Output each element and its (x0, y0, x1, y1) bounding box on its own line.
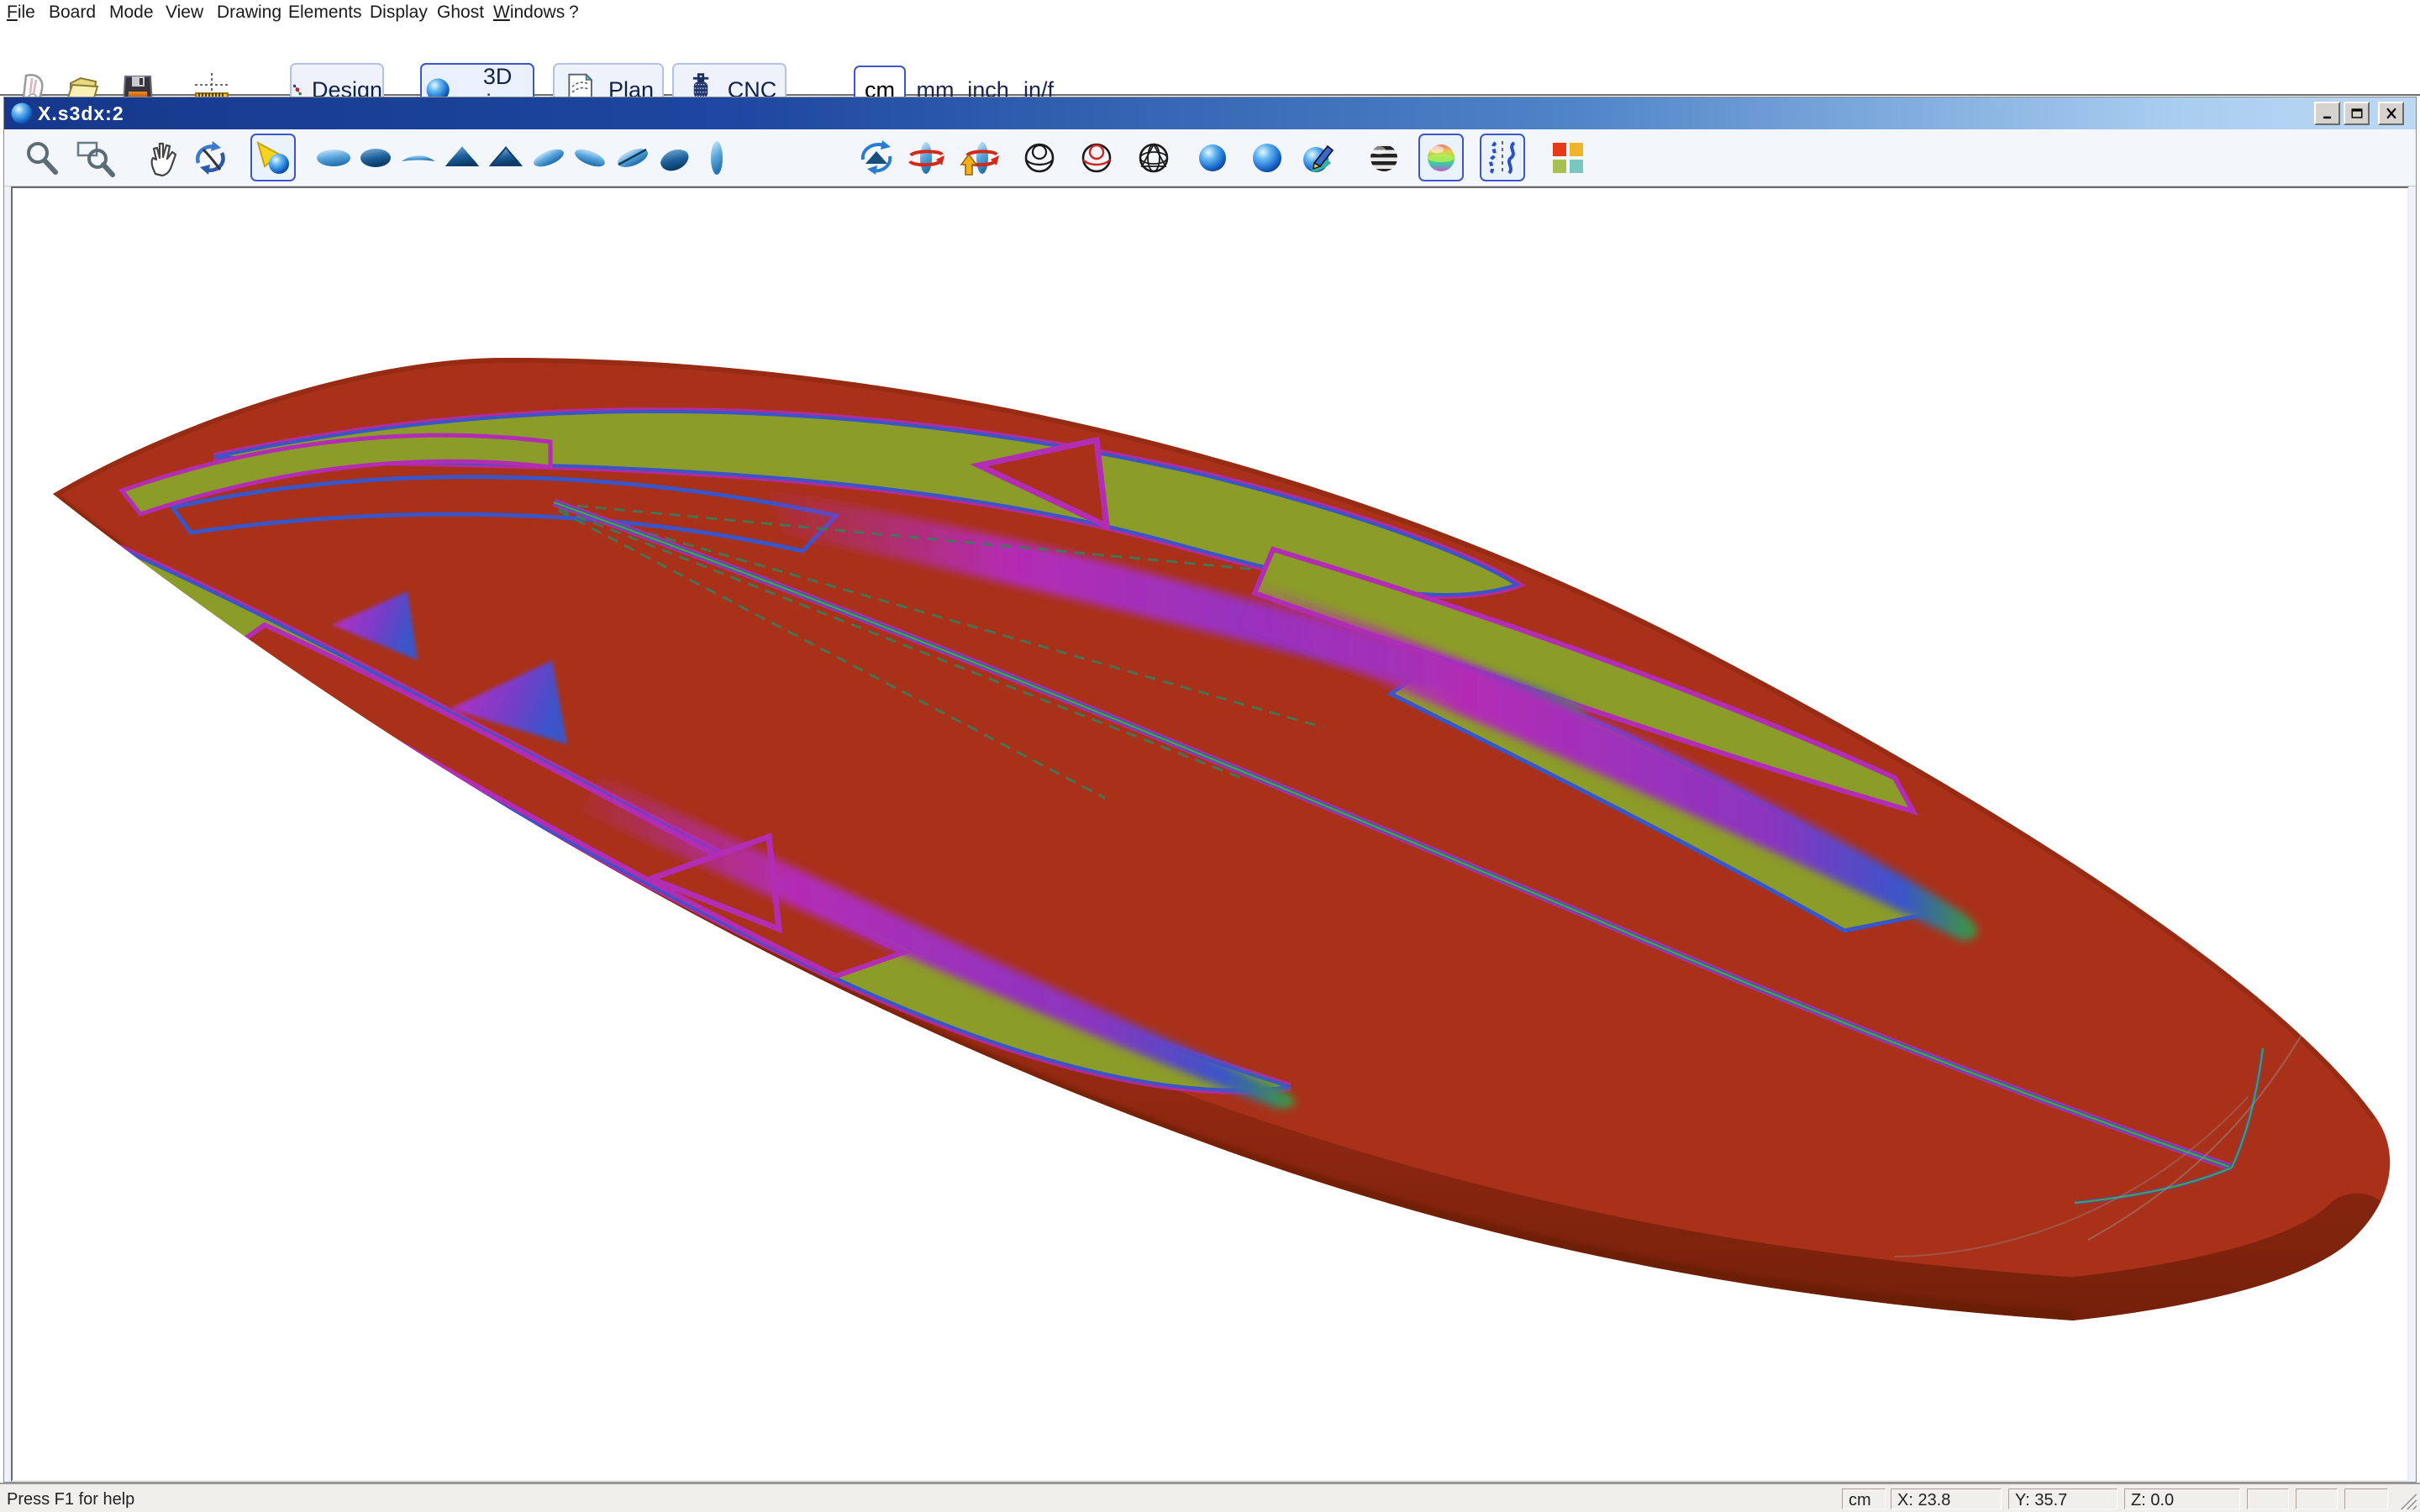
surfboard-3d-render (13, 188, 2406, 1480)
render-smooth-icon (1192, 138, 1233, 178)
view-nose-button[interactable] (439, 134, 485, 181)
status-bar: Press F1 for help cm X: 23.8 Y: 35.7 Z: … (0, 1483, 2420, 1512)
view-perspective-2-button[interactable] (567, 134, 613, 181)
restore-button[interactable] (2344, 102, 2370, 125)
view-perspective-4-icon (654, 138, 694, 178)
view-perspective-1-button[interactable] (526, 134, 571, 181)
status-z-coord: Z: 0.0 (2124, 1488, 2240, 1509)
status-y-coord: Y: 35.7 (2008, 1488, 2118, 1509)
rotate-nose-icon (856, 138, 897, 178)
pan-hand-icon (144, 138, 184, 178)
view-perspective-4-button[interactable] (651, 134, 697, 181)
status-x-coord: X: 23.8 (1891, 1488, 2002, 1509)
window-titlebar[interactable]: X.s3dx:2 (4, 97, 2416, 129)
color-palette-button[interactable] (1545, 134, 1591, 181)
view-top-button[interactable] (311, 134, 356, 181)
curvature-sphere-icon (1421, 138, 1461, 178)
mesh-sphere-icon (1134, 138, 1174, 178)
menu-view[interactable]: View (166, 3, 203, 23)
view-rocker-button[interactable] (396, 134, 441, 181)
view-side-icon (697, 138, 737, 178)
view-toolbar (4, 129, 2416, 186)
view-tail-icon (486, 138, 526, 178)
restore-icon (2349, 106, 2365, 121)
view-nose-icon (442, 138, 482, 178)
close-button[interactable] (2378, 102, 2404, 125)
view-tail-button[interactable] (483, 134, 529, 181)
curvature-map-button[interactable] (1418, 134, 1464, 181)
view-bottom-button[interactable] (353, 134, 398, 181)
rotate-nose-view-button[interactable] (854, 134, 899, 181)
close-icon (2383, 106, 2400, 121)
resize-grip[interactable] (2396, 1489, 2418, 1511)
mesh-button[interactable] (1131, 134, 1176, 181)
status-unit: cm (1842, 1488, 1886, 1509)
wireframe-sphere-icon (1019, 138, 1060, 178)
view-perspective-3-icon (613, 138, 653, 178)
minimize-icon (2319, 106, 2336, 121)
view-perspective-3-button[interactable] (610, 134, 655, 181)
rotate-horizontal-icon (906, 138, 946, 178)
rotate-3d-button[interactable] (187, 134, 233, 181)
view-top-icon (313, 138, 354, 178)
status-panel-empty-1 (2247, 1488, 2289, 1509)
zoom-tool-button[interactable] (19, 134, 65, 181)
view-side-button[interactable] (694, 134, 739, 181)
menu-windows[interactable]: Windows (493, 3, 565, 23)
flip-vertical-icon (959, 138, 999, 178)
status-message: Press F1 for help (7, 1490, 134, 1509)
zebra-button[interactable] (1361, 134, 1407, 181)
menu-ghost[interactable]: Ghost (437, 3, 484, 23)
view-perspective-1-icon (529, 138, 569, 178)
menu-mode[interactable]: Mode (109, 3, 154, 23)
wireframe-button[interactable] (1017, 134, 1062, 181)
menu-help[interactable]: ? (569, 3, 579, 23)
wireframe-contours-icon (1076, 138, 1117, 178)
menu-board[interactable]: Board (49, 3, 96, 23)
zoom-window-button[interactable] (72, 134, 118, 181)
menu-display[interactable]: Display (370, 3, 428, 23)
minimize-button[interactable] (2314, 102, 2340, 125)
menu-drawing[interactable]: Drawing (217, 3, 281, 23)
viewport-3d[interactable] (11, 186, 2409, 1482)
wireframe-contours-button[interactable] (1074, 134, 1119, 181)
menu-bar: File Board Mode View Drawing Elements Di… (0, 0, 2420, 25)
color-palette-icon (1548, 138, 1588, 178)
zoom-window-icon (75, 138, 115, 178)
menu-file[interactable]: File (7, 3, 35, 23)
view-perspective-2-icon (570, 138, 610, 178)
document-window: X.s3dx:2 (3, 97, 2417, 1483)
lighting-icon (253, 138, 293, 178)
render-paint-button[interactable] (1295, 134, 1340, 181)
render-shaded-button[interactable] (1244, 134, 1290, 181)
view-bottom-icon (355, 138, 396, 178)
render-smooth-button[interactable] (1190, 134, 1235, 181)
status-panel-empty-2 (2296, 1488, 2338, 1509)
flow-lines-icon (1482, 138, 1523, 178)
pan-tool-button[interactable] (141, 134, 187, 181)
menu-elements[interactable]: Elements (288, 3, 362, 23)
zoom-icon (22, 138, 62, 178)
lighting-button[interactable] (250, 134, 296, 181)
status-panel-empty-3 (2344, 1488, 2388, 1509)
view-rocker-icon (398, 138, 439, 178)
render-paint-icon (1297, 138, 1338, 178)
rotate-3d-icon (190, 138, 230, 178)
flow-lines-button[interactable] (1480, 134, 1525, 181)
main-toolbar: 1 0 Design 3D view Plan (0, 25, 2420, 96)
rotate-horizontal-button[interactable] (903, 134, 949, 181)
flip-vertical-button[interactable] (956, 134, 1002, 181)
render-shaded-icon (1247, 138, 1287, 178)
window-title: X.s3dx:2 (38, 102, 124, 125)
zebra-sphere-icon (1364, 138, 1404, 178)
window-sphere-icon (9, 101, 34, 126)
